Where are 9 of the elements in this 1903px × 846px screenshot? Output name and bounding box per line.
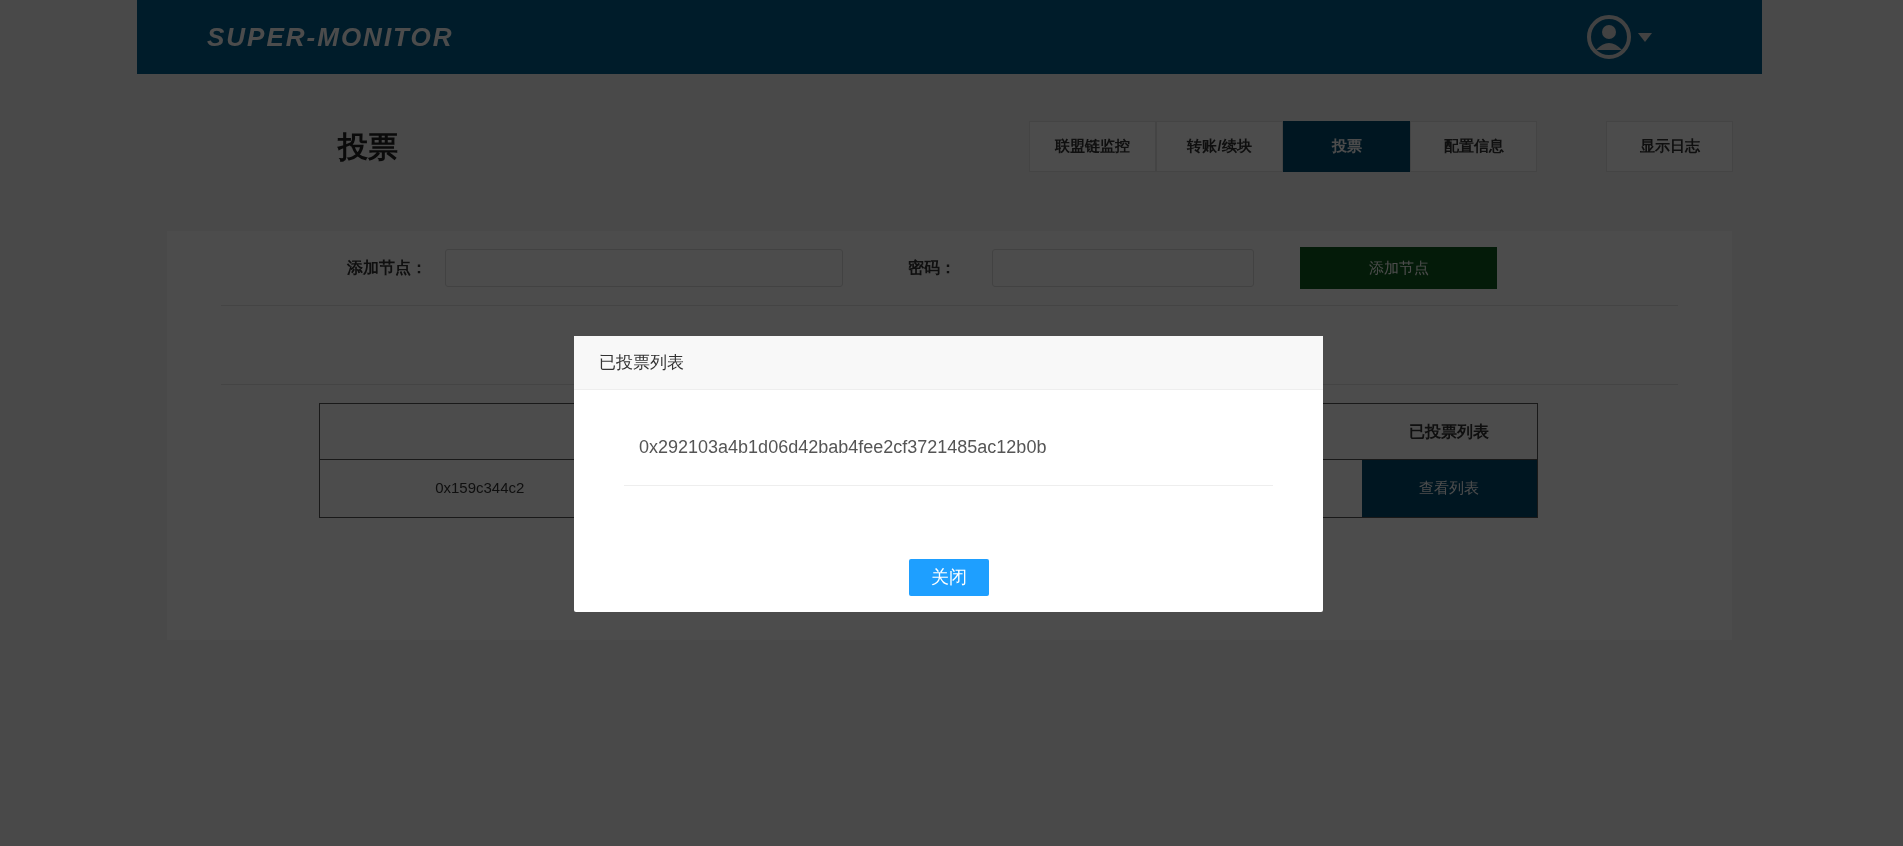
table-cell: 0x159c344c2: [435, 479, 525, 497]
close-button[interactable]: 关闭: [908, 559, 989, 596]
field-label: 密码：: [908, 258, 956, 278]
column-header: 已投票列表: [1409, 422, 1490, 440]
address-item: 0x292103a4b1d06d42bab4fee2cf3721485ac12b0b: [639, 436, 1047, 459]
page-title: 投票: [338, 129, 398, 165]
logo: SUPER-MONITOR: [207, 20, 454, 54]
field-label: 添加节点：: [347, 258, 427, 278]
modal-title: 已投票列表: [599, 351, 684, 374]
